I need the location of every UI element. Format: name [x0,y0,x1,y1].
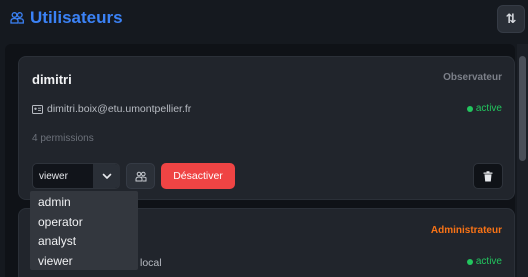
users-icon [10,12,24,24]
chevron-down-icon [102,173,111,179]
users-icon [135,171,146,181]
user-card: dimitri Observateur dimitri.boix@etu.umo… [18,56,515,200]
user-name: dimitri [32,72,72,87]
role-option-operator[interactable]: operator [30,213,138,233]
status-badge: active [466,103,502,114]
delete-user-button[interactable] [473,163,503,189]
role-option-admin[interactable]: admin [30,193,138,213]
role-label: Administrateur [430,225,502,236]
email-row: dimitri.boix@etu.umontpellier.fr [32,103,191,115]
permissions-count: 4 permissions [32,133,94,144]
status-dot-icon [466,105,473,112]
user-email: dimitri.boix@etu.umontpellier.fr [47,103,192,115]
role-select-toggle[interactable] [93,164,120,188]
page-header: Utilisateurs ⇅ [0,0,528,38]
scrollbar-thumb[interactable] [519,56,526,161]
role-label: Observateur [443,72,502,83]
sort-button[interactable]: ⇅ [497,5,525,33]
page-title: Utilisateurs [30,8,123,27]
manage-permissions-button[interactable] [126,163,155,189]
status-dot-icon [466,258,473,265]
id-card-icon [32,104,43,114]
role-dropdown-menu: admin operator analyst viewer [30,191,138,270]
role-option-viewer[interactable]: viewer [30,252,138,272]
user-email: local [140,257,162,269]
status-text: active [475,256,502,267]
sort-arrows-icon: ⇅ [505,11,517,26]
deactivate-button[interactable]: Désactiver [161,163,235,189]
role-select[interactable]: viewer [32,163,120,189]
trash-icon [483,170,493,181]
role-option-analyst[interactable]: analyst [30,232,138,252]
status-badge: active [466,256,502,267]
status-text: active [475,103,502,114]
role-select-value: viewer [39,171,68,182]
